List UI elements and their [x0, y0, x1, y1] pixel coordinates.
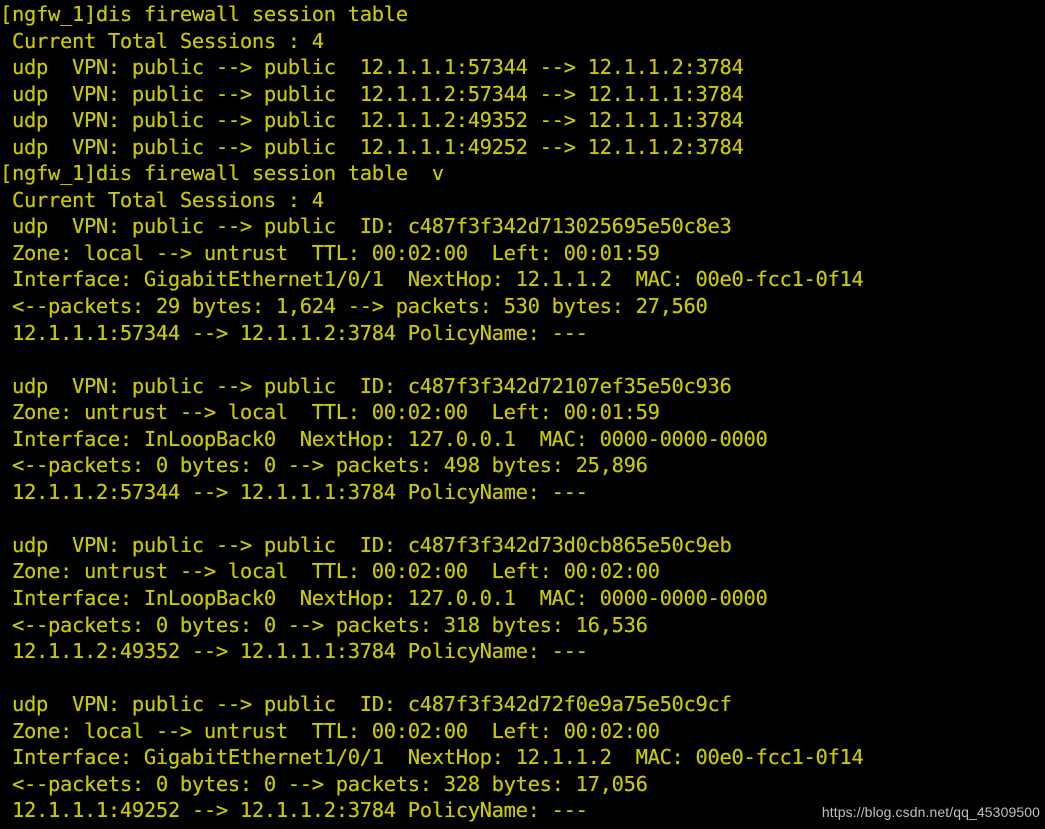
terminal-line: udp VPN: public --> public ID: c487f3f34…: [0, 692, 732, 717]
terminal-line: 12.1.1.2:57344 --> 12.1.1.1:3784 PolicyN…: [0, 479, 588, 504]
terminal-line: <--packets: 29 bytes: 1,624 --> packets:…: [0, 294, 708, 319]
terminal-line: 12.1.1.1:57344 --> 12.1.1.2:3784 PolicyN…: [0, 320, 588, 345]
terminal-line: 12.1.1.2:49352 --> 12.1.1.1:3784 PolicyN…: [0, 639, 588, 664]
terminal-line: Zone: untrust --> local TTL: 00:02:00 Le…: [0, 400, 660, 425]
terminal-window[interactable]: [ngfw_1]dis firewall session table Curre…: [0, 0, 1045, 829]
terminal-line: Current Total Sessions : 4: [0, 28, 324, 53]
terminal-line: udp VPN: public --> public ID: c487f3f34…: [0, 373, 732, 398]
terminal-output[interactable]: [ngfw_1]dis firewall session table Curre…: [0, 1, 1045, 824]
terminal-line: Interface: GigabitEthernet1/0/1 NextHop:…: [0, 267, 864, 292]
terminal-line: <--packets: 0 bytes: 0 --> packets: 318 …: [0, 612, 648, 637]
terminal-line: [ngfw_1]dis firewall session table v: [0, 161, 444, 186]
terminal-line: udp VPN: public --> public 12.1.1.1:4925…: [0, 134, 744, 159]
terminal-line: [ngfw_1]dis firewall session table: [0, 2, 408, 26]
terminal-line: <--packets: 0 bytes: 0 --> packets: 498 …: [0, 453, 648, 478]
terminal-line: udp VPN: public --> public 12.1.1.2:5734…: [0, 81, 744, 106]
terminal-line: Zone: local --> untrust TTL: 00:02:00 Le…: [0, 718, 660, 743]
terminal-line: Zone: untrust --> local TTL: 00:02:00 Le…: [0, 559, 660, 584]
terminal-line: udp VPN: public --> public 12.1.1.2:4935…: [0, 108, 744, 133]
terminal-line: udp VPN: public --> public ID: c487f3f34…: [0, 532, 732, 557]
terminal-line: Interface: GigabitEthernet1/0/1 NextHop:…: [0, 745, 864, 770]
terminal-line: Zone: local --> untrust TTL: 00:02:00 Le…: [0, 240, 660, 265]
terminal-line: Interface: InLoopBack0 NextHop: 127.0.0.…: [0, 426, 768, 451]
terminal-line: udp VPN: public --> public 12.1.1.1:5734…: [0, 55, 744, 80]
terminal-line: Interface: InLoopBack0 NextHop: 127.0.0.…: [0, 586, 768, 611]
terminal-line: <--packets: 0 bytes: 0 --> packets: 328 …: [0, 771, 648, 796]
terminal-line: udp VPN: public --> public ID: c487f3f34…: [0, 214, 732, 239]
terminal-line: Current Total Sessions : 4: [0, 187, 324, 212]
watermark-text: https://blog.csdn.net/qq_45309500: [821, 804, 1040, 820]
